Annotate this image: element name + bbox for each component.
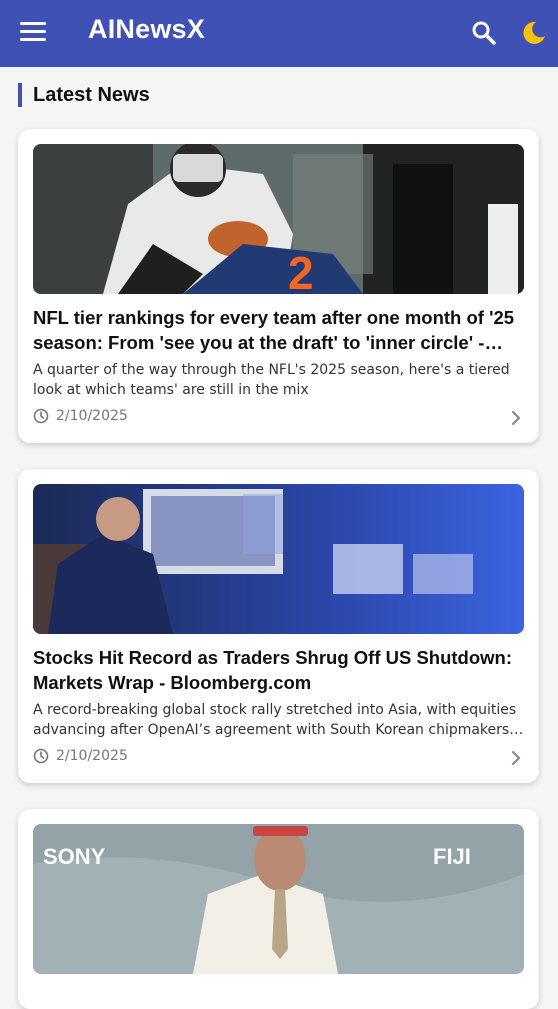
article-title[interactable]: Stocks Hit Record as Traders Shrug Off U… bbox=[33, 645, 524, 695]
article-meta: 2/10/2025 bbox=[33, 748, 128, 764]
article-description: A quarter of the way through the NFL's 2… bbox=[33, 362, 510, 398]
news-card[interactable]: Stocks Hit Record as Traders Shrug Off U… bbox=[18, 469, 539, 783]
moon-icon[interactable] bbox=[520, 19, 548, 47]
section-title: Latest News bbox=[18, 83, 150, 107]
article-image[interactable]: SONY FIJI bbox=[33, 824, 524, 974]
chevron-right-icon[interactable] bbox=[509, 409, 523, 427]
article-title[interactable]: NFL tier rankings for every team after o… bbox=[33, 305, 524, 355]
chevron-right-icon[interactable] bbox=[509, 749, 523, 767]
clock-icon bbox=[33, 408, 49, 424]
article-date: 2/10/2025 bbox=[56, 408, 128, 424]
app-title: AINewsX bbox=[88, 14, 205, 44]
article-image[interactable]: 2 bbox=[33, 144, 524, 294]
article-image[interactable] bbox=[33, 484, 524, 634]
svg-text:SONY: SONY bbox=[43, 844, 106, 869]
news-card[interactable]: 2 NFL tier rankings for every team after… bbox=[18, 129, 539, 443]
search-icon[interactable] bbox=[470, 19, 498, 47]
svg-text:FIJI: FIJI bbox=[433, 844, 471, 869]
menu-icon[interactable] bbox=[20, 22, 46, 44]
svg-text:2: 2 bbox=[288, 247, 314, 294]
app-bar: AINewsX bbox=[0, 0, 558, 67]
article-date: 2/10/2025 bbox=[56, 748, 128, 764]
article-description: A record-breaking global stock rally str… bbox=[33, 702, 524, 738]
clock-icon bbox=[33, 748, 49, 764]
article-meta: 2/10/2025 bbox=[33, 408, 128, 424]
news-card[interactable]: SONY FIJI bbox=[18, 809, 539, 1009]
